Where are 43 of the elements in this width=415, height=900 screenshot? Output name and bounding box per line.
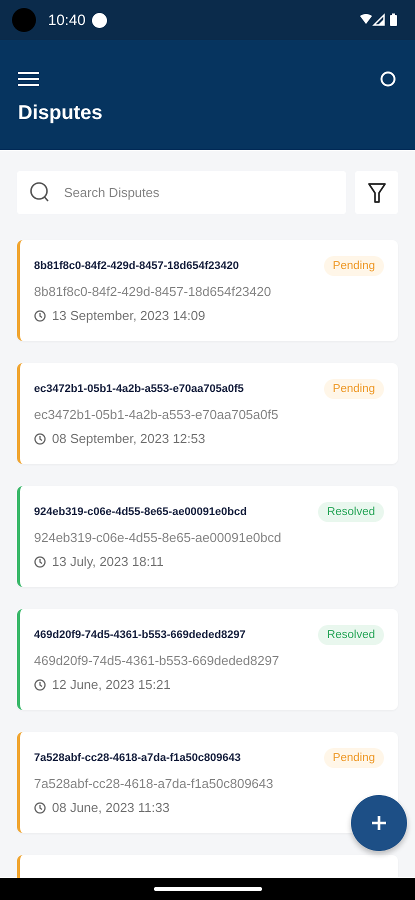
- notification-icon: [92, 12, 107, 28]
- clock-icon: [34, 556, 46, 568]
- dispute-date: 13 September, 2023 14:09: [52, 308, 206, 323]
- dispute-card[interactable]: 7a528abf-cc28-4618-a7da-f1a50c809643 Pending 7a528abf-cc28-4618-a7da-f1a50c809643 08 June, 2023 11:33: [17, 732, 398, 833]
- status-badge: Pending: [324, 379, 384, 399]
- filter-icon: [366, 182, 386, 204]
- dispute-subtitle: ec3472b1-05b1-4a2b-a553-e70aa705a0f5: [34, 407, 280, 422]
- dispute-card[interactable]: ec3472b1-05b1-4a2b-a553-e70aa705a0f5 Pending ec3472b1-05b1-4a2b-a553-e70aa705a0f5 08 September, 2023 12:53: [17, 363, 398, 464]
- status-badge: Resolved: [318, 625, 384, 645]
- dispute-date: 13 July, 2023 18:11: [52, 554, 164, 569]
- clock-icon: [34, 310, 46, 322]
- clock-icon: [34, 432, 46, 444]
- dispute-card[interactable]: 8b81f8c0-84f2-429d-8457-18d654f23420 Pending 8b81f8c0-84f2-429d-8457-18d654f23420 13 September, 2023 14:09: [17, 240, 398, 341]
- circle-icon[interactable]: [379, 70, 397, 88]
- dispute-date: 08 June, 2023 11:33: [52, 800, 170, 815]
- dispute-id: ec3472b1-05b1-4a2b-a553-e70aa705a0f5: [34, 383, 244, 395]
- search-field[interactable]: Search Disputes: [17, 171, 346, 214]
- plus-icon: [370, 814, 388, 832]
- dispute-subtitle: 924eb319-c06e-4d55-8e65-ae00091e0bcd: [34, 530, 282, 545]
- status-badge: Resolved: [318, 502, 384, 522]
- page-title: Disputes: [18, 102, 104, 125]
- search-icon: [29, 181, 51, 203]
- dispute-id: 8b81f8c0-84f2-429d-8457-18d654f23420: [34, 260, 239, 272]
- filter-button[interactable]: [355, 171, 398, 214]
- dispute-card[interactable]: 924eb319-c06e-4d55-8e65-ae00091e0bcd Resolved 924eb319-c06e-4d55-8e65-ae00091e0bcd 13 July, 2023 18:11: [17, 486, 398, 587]
- status-badge: Pending: [324, 748, 384, 768]
- camera-icon: [12, 8, 36, 32]
- dispute-subtitle: 7a528abf-cc28-4618-a7da-f1a50c809643: [34, 776, 274, 791]
- dispute-id: 7a528abf-cc28-4618-a7da-f1a50c809643: [34, 752, 241, 764]
- clock-icon: [34, 802, 46, 814]
- home-handle[interactable]: [154, 887, 262, 891]
- dispute-subtitle: 8b81f8c0-84f2-429d-8457-18d654f23420: [34, 284, 272, 299]
- dispute-date: 08 September, 2023 12:53: [52, 431, 206, 446]
- status-badge: Pending: [324, 256, 384, 276]
- dispute-date: 12 June, 2023 15:21: [52, 677, 171, 692]
- dispute-id: 469d20f9-74d5-4361-b553-669deded8297: [34, 629, 246, 641]
- clock-icon: [34, 678, 46, 690]
- dispute-id: 924eb319-c06e-4d55-8e65-ae00091e0bcd: [34, 506, 247, 518]
- clock-time: 10:40: [48, 12, 86, 28]
- add-button[interactable]: [351, 795, 407, 851]
- menu-icon[interactable]: [18, 71, 40, 87]
- dispute-subtitle: 469d20f9-74d5-4361-b553-669deded8297: [34, 653, 280, 668]
- dispute-card[interactable]: 469d20f9-74d5-4361-b553-669deded8297 Resolved 469d20f9-74d5-4361-b553-669deded8297 12 June, 2023 15:21: [17, 609, 398, 710]
